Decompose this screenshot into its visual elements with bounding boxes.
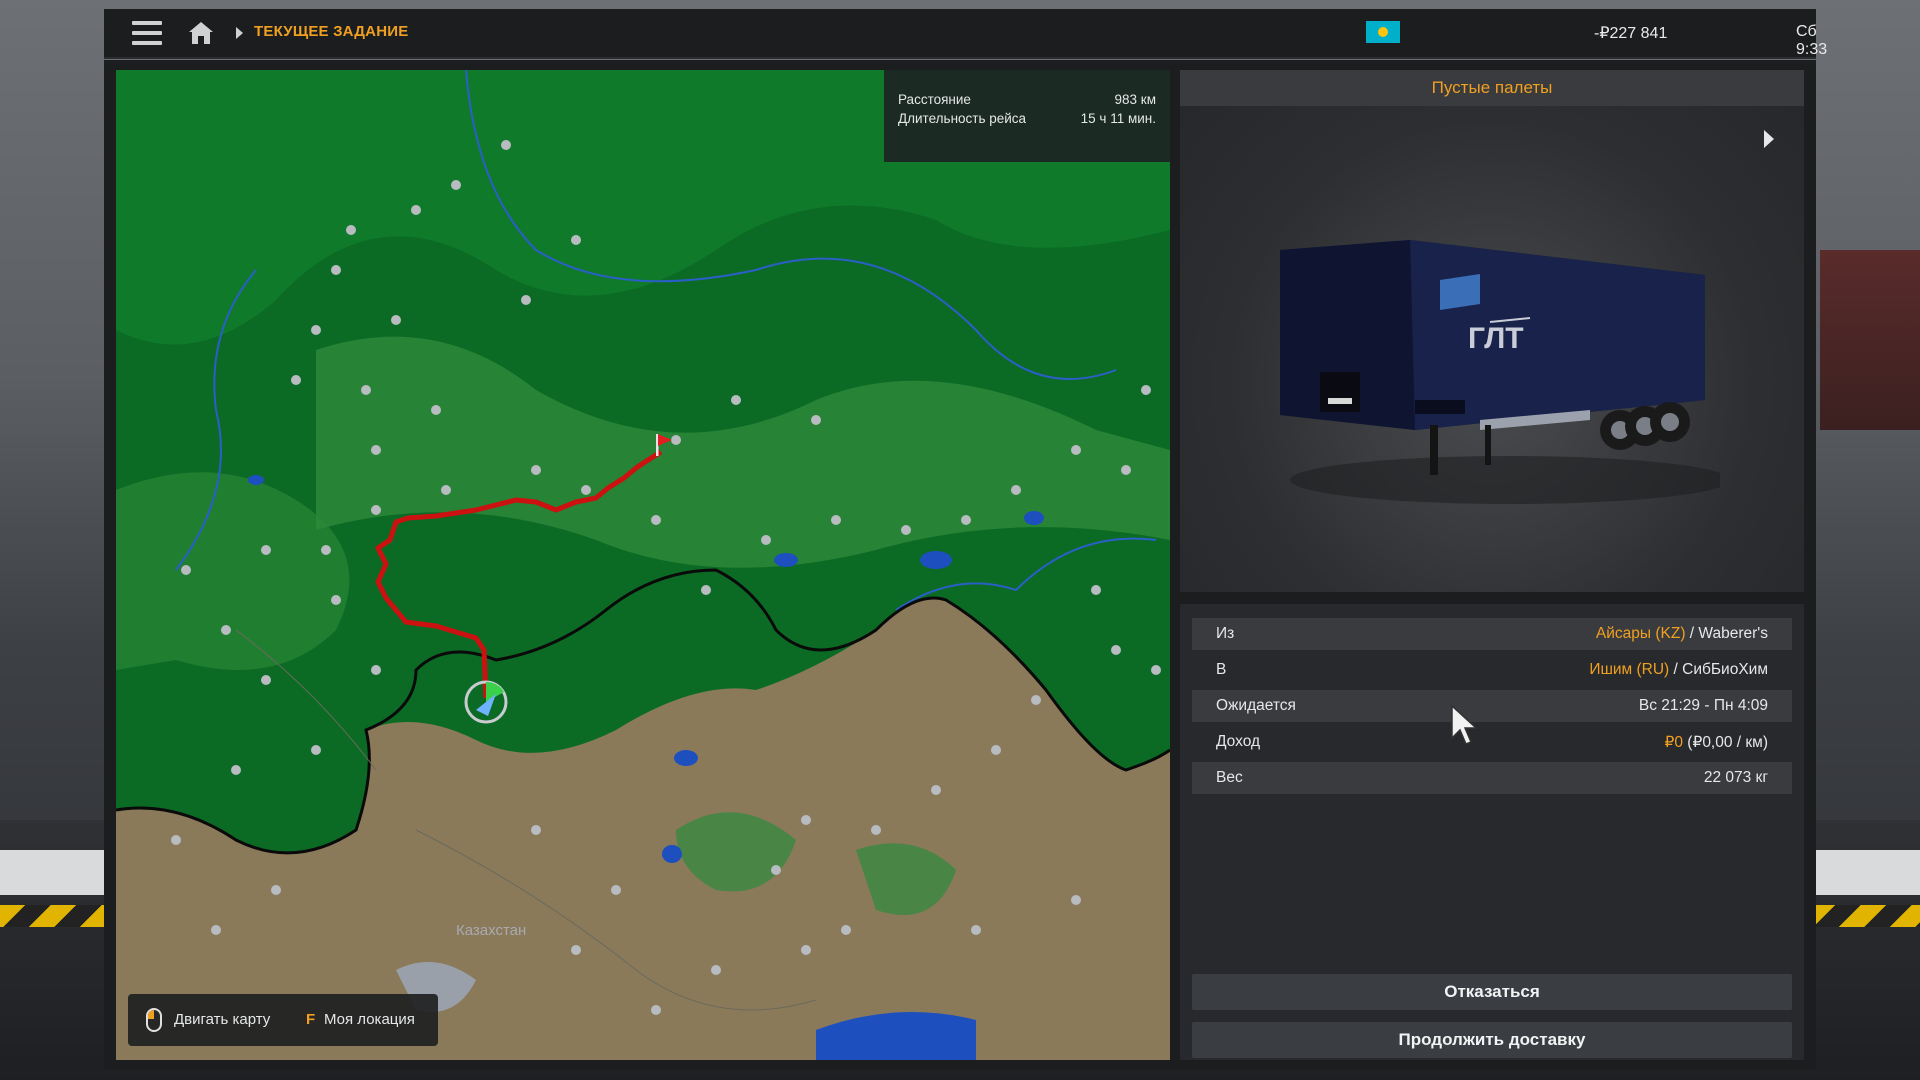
expected-value: Вс 21:29 - Пн 4:09 — [1638, 697, 1768, 714]
from-value: Айсары (KZ) / Waberer's — [1596, 625, 1768, 643]
income-label: Доход — [1216, 733, 1261, 750]
menu-icon[interactable] — [132, 21, 162, 45]
hazard-stripe-left — [0, 905, 110, 927]
next-arrow-icon[interactable] — [1764, 130, 1774, 148]
cancel-job-button[interactable]: Отказаться — [1192, 974, 1792, 1010]
continue-delivery-button[interactable]: Продолжить доставку — [1192, 1022, 1792, 1058]
map-country-label: Казахстан — [456, 922, 527, 939]
home-icon[interactable] — [188, 20, 214, 46]
trailer-image: ГЛТ — [1280, 240, 1720, 504]
game-clock: Сб 9:33 — [1796, 23, 1828, 58]
from-row: Из Айсары (KZ) / Waberer's — [1192, 618, 1792, 650]
svg-text:ГЛТ: ГЛТ — [1468, 322, 1524, 355]
income-rate: (₽0,00 / км) — [1682, 734, 1768, 751]
cargo-title: Пустые палеты — [1431, 78, 1553, 97]
trailer-brand: ГЛТ — [1468, 322, 1524, 355]
route-map[interactable]: Расстояние 983 км Длительность рейса 15 … — [116, 70, 1170, 1060]
weight-label: Вес — [1216, 769, 1243, 786]
income-row: Доход ₽0 (₽0,00 / км) — [1192, 726, 1792, 758]
money-balance: -₽227 841 — [1594, 25, 1668, 42]
location-hotkey: F — [306, 1011, 316, 1028]
breadcrumb-chevron-icon — [236, 27, 243, 39]
background-barrier-left — [0, 850, 110, 895]
from-label: Из — [1216, 625, 1235, 642]
background-wall-panel — [1820, 250, 1920, 430]
hazard-stripe-right — [1810, 905, 1920, 927]
expected-row: Ожидается Вс 21:29 - Пн 4:09 — [1192, 690, 1792, 722]
background-barrier-right — [1810, 850, 1920, 895]
distance-value: 983 км — [1114, 92, 1156, 107]
job-details-panel: Пустые палеты ГЛТ Из Айсары (KZ) / Waber… — [1180, 70, 1804, 1060]
to-row: В Ишим (RU) / СибБиоХим — [1192, 654, 1792, 686]
cargo-preview: Пустые палеты ГЛТ — [1180, 70, 1804, 592]
income-value: ₽0 (₽0,00 / км) — [1665, 733, 1769, 752]
distance-label: Расстояние — [898, 92, 971, 107]
route-info-box: Расстояние 983 км Длительность рейса 15 … — [884, 70, 1170, 162]
duration-label: Длительность рейса — [898, 111, 1027, 126]
my-location-hint[interactable]: Моя локация — [324, 1011, 415, 1028]
mouse-icon — [146, 1008, 162, 1032]
duration-value: 15 ч 11 мин. — [1080, 111, 1156, 126]
mouse-cursor-icon — [1451, 704, 1478, 745]
map-controls-hint: Двигать карту F Моя локация — [128, 994, 438, 1046]
income-amount: ₽0 — [1664, 734, 1683, 751]
to-label: В — [1216, 661, 1227, 678]
to-city: Ишим (RU) — [1589, 661, 1670, 678]
weight-value: 22 073 кг — [1703, 769, 1768, 786]
job-panel: Расстояние 983 км Длительность рейса 15 … — [104, 60, 1816, 1070]
weight-row: Вес 22 073 кг — [1192, 762, 1792, 794]
expected-label: Ожидается — [1216, 697, 1296, 714]
kazakhstan-flag-icon — [1366, 21, 1400, 43]
move-map-hint[interactable]: Двигать карту — [174, 1011, 270, 1028]
from-city: Айсары (KZ) — [1595, 625, 1686, 642]
job-info: Из Айсары (KZ) / Waberer's В Ишим (RU) /… — [1180, 604, 1804, 1060]
to-value: Ишим (RU) / СибБиоХим — [1589, 661, 1768, 679]
to-company: / СибБиоХим — [1669, 661, 1768, 678]
cargo-title-bar: Пустые палеты — [1180, 70, 1804, 106]
top-bar: ТЕКУЩЕЕ ЗАДАНИЕ -₽227 841 Сб 9:33 — [104, 9, 1827, 59]
map-canvas — [116, 70, 1170, 1060]
from-company: / Waberer's — [1685, 625, 1768, 642]
breadcrumb-current-job: ТЕКУЩЕЕ ЗАДАНИЕ — [254, 23, 409, 40]
